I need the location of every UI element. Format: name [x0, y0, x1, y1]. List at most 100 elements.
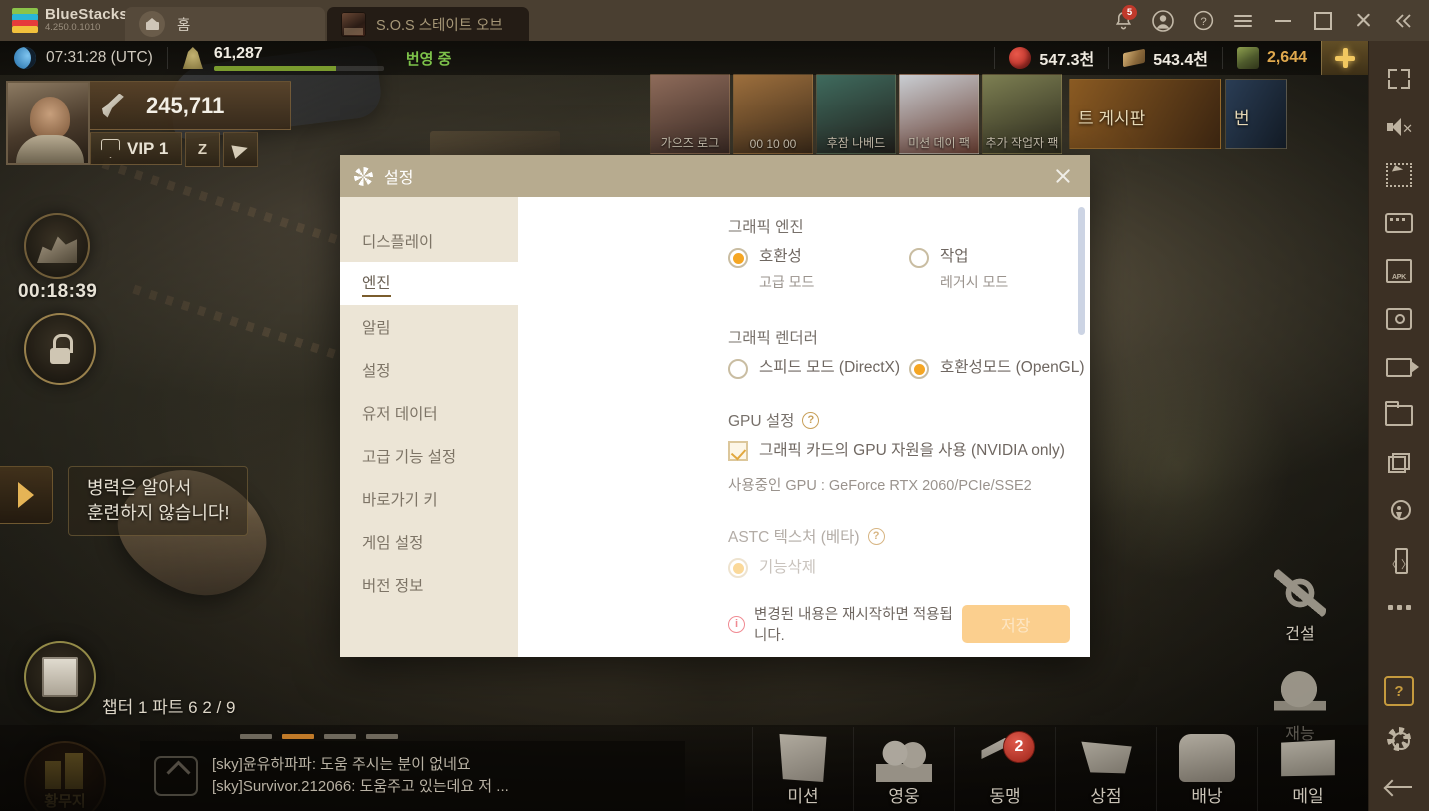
tab-game[interactable]: S.O.S 스테이트 오브 — [327, 7, 529, 41]
sidebar-item-version-info[interactable]: 버전 정보 — [340, 563, 518, 606]
sidebar-item-notification[interactable]: 알림 — [340, 305, 518, 348]
nav-hero[interactable]: 영웅 — [853, 727, 954, 811]
record-icon — [1386, 357, 1419, 377]
resource-food[interactable]: 547.3천 — [995, 41, 1108, 75]
vip-label: VIP 1 — [127, 138, 169, 158]
radio-icon[interactable] — [909, 248, 929, 268]
engine-option-compatibility[interactable]: 호환성 고급 모드 — [728, 247, 909, 292]
resource-wood[interactable]: 543.4천 — [1109, 41, 1222, 75]
graphics-engine-title: 그래픽 엔진 — [728, 219, 804, 236]
account-button[interactable] — [1143, 0, 1183, 41]
secondary-banner[interactable]: 번 — [1225, 79, 1287, 149]
alliance-chat-icon — [154, 756, 198, 796]
checkbox-icon[interactable] — [728, 441, 748, 461]
event-banner[interactable]: 가으즈 로그 — [650, 74, 730, 154]
add-resource-button[interactable] — [1321, 41, 1368, 75]
nav-mail[interactable]: 메일 — [1257, 727, 1358, 811]
event-banner[interactable]: 후잠 나베드 — [816, 74, 896, 154]
sidebar-item-game-settings[interactable]: 게임 설정 — [340, 520, 518, 563]
event-banner[interactable]: 추가 작업자 팩 — [982, 74, 1062, 154]
sidebar-item-shortcuts[interactable]: 바로가기 키 — [340, 477, 518, 520]
chat-tab-active[interactable] — [282, 734, 314, 739]
save-button[interactable]: 저장 — [961, 605, 1070, 643]
sidebar-help-button[interactable]: ? — [1369, 667, 1429, 715]
nav-shop[interactable]: 상점 — [1055, 727, 1156, 811]
combat-power-panel[interactable]: 245,711 — [90, 81, 291, 130]
close-button[interactable] — [1343, 0, 1383, 41]
chat-tab[interactable] — [324, 734, 356, 739]
maximize-button[interactable] — [1303, 0, 1343, 41]
sidebar-item-label: 유저 데이터 — [362, 405, 438, 423]
radio-icon[interactable] — [728, 359, 748, 379]
multi-instance-button[interactable] — [1369, 439, 1429, 487]
fullscreen-button[interactable] — [1369, 55, 1429, 103]
folder-button[interactable] — [1369, 391, 1429, 439]
send-button[interactable] — [223, 132, 258, 167]
back-icon — [1386, 780, 1412, 794]
chat-tab[interactable] — [240, 734, 272, 739]
shake-button[interactable]: 〈〉 — [1369, 535, 1429, 583]
keyboard-icon — [1385, 213, 1413, 233]
gpu-checkbox-row[interactable]: 그래픽 카드의 GPU 자원을 사용 (NVIDIA only) — [728, 441, 1090, 461]
chapter-progress: 챕터 1 파트 6 2 / 9 — [102, 698, 236, 717]
sidebar-item-advanced[interactable]: 고급 기능 설정 — [340, 434, 518, 477]
nav-alliance[interactable]: 동맹 2 — [954, 727, 1055, 811]
help-icon[interactable]: ? — [867, 527, 885, 545]
event-banner[interactable]: 미션 데이 팩 — [899, 74, 979, 154]
notifications-button[interactable]: 5 — [1103, 0, 1143, 41]
help-icon[interactable]: ? — [802, 411, 820, 429]
menu-button[interactable] — [1223, 0, 1263, 41]
resource-fuel[interactable]: 2,644 — [1223, 41, 1321, 75]
shield-lock-button[interactable] — [24, 313, 96, 385]
construction-button[interactable]: 건설 — [1255, 569, 1345, 644]
wood-icon — [1123, 48, 1146, 68]
help-button[interactable]: ? — [1183, 0, 1223, 41]
dialog-close-button[interactable] — [1050, 163, 1076, 189]
renderer-option-opengl[interactable]: 호환성모드 (OpenGL) — [909, 358, 1090, 379]
collapse-button[interactable] — [1383, 0, 1423, 41]
avatar[interactable] — [6, 81, 90, 165]
secondary-banner-label: 번 — [1234, 109, 1250, 128]
zone-button[interactable]: Z — [185, 132, 220, 167]
nav-mission[interactable]: 미션 — [752, 727, 853, 811]
mute-button[interactable]: ✕ — [1369, 103, 1429, 151]
food-value: 547.3천 — [1039, 52, 1095, 69]
minimize-button[interactable] — [1263, 0, 1303, 41]
record-button[interactable] — [1369, 343, 1429, 391]
notice-board-banner[interactable]: 트 게시판 — [1069, 79, 1221, 149]
nav-bag[interactable]: 배낭 — [1156, 727, 1257, 811]
sidebar-item-engine[interactable]: 엔진 — [340, 262, 518, 305]
expand-panel-button[interactable] — [0, 466, 53, 524]
game-hud-top: 07:31:28 (UTC) 61,287 번영 중 547.3천 543.4천… — [0, 41, 1368, 75]
engine-option-performance[interactable]: 작업 레거시 모드 — [909, 247, 1090, 292]
tab-home[interactable]: 홈 — [125, 7, 325, 41]
screenshot-button[interactable] — [1369, 295, 1429, 343]
event-banner[interactable]: 00 10 00 — [733, 74, 813, 154]
radio-icon[interactable] — [909, 359, 929, 379]
account-icon — [1152, 9, 1174, 32]
chat-channel-tabs — [240, 734, 408, 739]
chapter-button[interactable] — [24, 641, 96, 713]
more-button[interactable] — [1369, 583, 1429, 631]
sidebar-item-display[interactable]: 디스플레이 — [340, 219, 518, 262]
build-queue-button[interactable] — [24, 213, 90, 279]
keyboard-button[interactable] — [1369, 199, 1429, 247]
apk-install-button[interactable]: APK — [1369, 247, 1429, 295]
cursor-select-button[interactable] — [1369, 151, 1429, 199]
sidebar-item-preferences[interactable]: 설정 — [340, 348, 518, 391]
player-card-right: 245,711 VIP 1 Z — [90, 81, 291, 167]
engine-option-label: 호환성 — [759, 248, 802, 265]
sidebar-item-user-data[interactable]: 유저 데이터 — [340, 391, 518, 434]
vip-badge[interactable]: VIP 1 — [90, 132, 182, 165]
power-cell[interactable]: 61,287 번영 중 — [168, 41, 466, 75]
location-button[interactable] — [1369, 487, 1429, 535]
renderer-option-label: 스피드 모드 (DirectX) — [759, 359, 901, 376]
dialog-scrollbar[interactable] — [1078, 207, 1085, 644]
chat-tab[interactable] — [366, 734, 398, 739]
chat-panel[interactable]: [sky]윤유하파파: 도움 주시는 분이 없네요 [sky]Survivor.… — [140, 741, 685, 811]
event-banner-label: 후잠 나베드 — [826, 136, 886, 150]
sidebar-settings-button[interactable] — [1369, 715, 1429, 763]
back-button[interactable] — [1369, 763, 1429, 811]
renderer-option-directx[interactable]: 스피드 모드 (DirectX) — [728, 358, 909, 379]
radio-icon[interactable] — [728, 248, 748, 268]
